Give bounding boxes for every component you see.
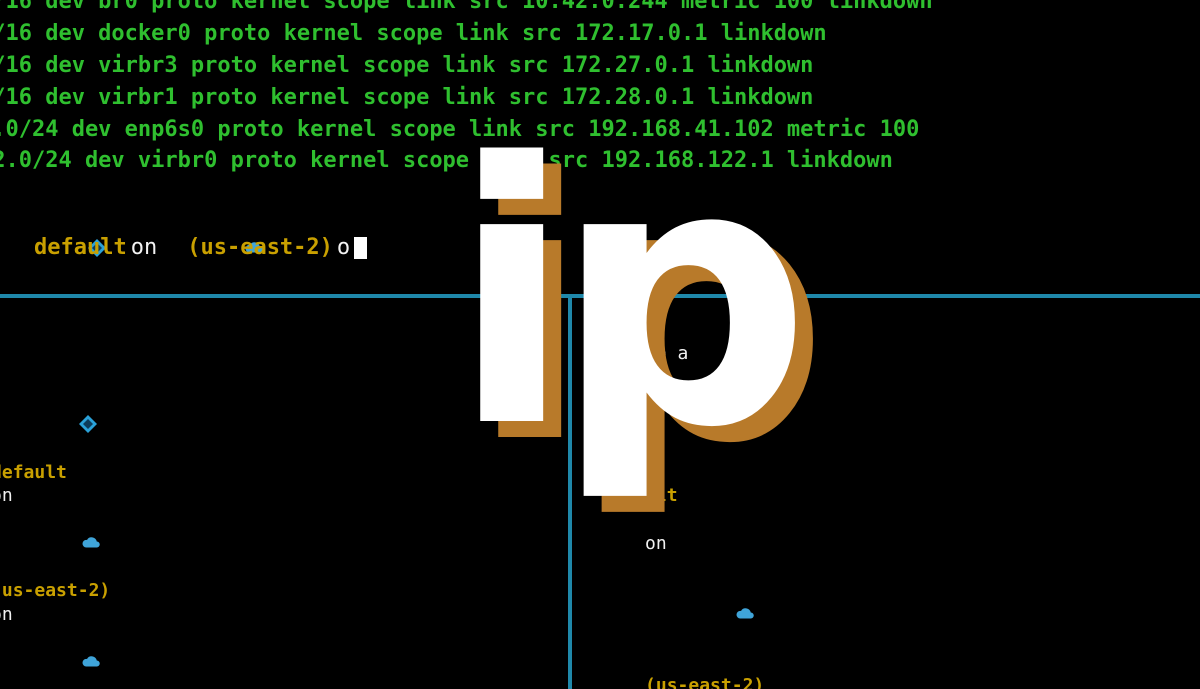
prompt-region: (us-east-2) [0, 580, 110, 601]
pane-right[interactable]: ip a ult on (us-east-2) on ip -br UN [580, 318, 1200, 689]
route-line: 7.0.0/16 dev docker0 proto kernel scope … [0, 18, 933, 50]
diamond-icon [0, 389, 13, 460]
shell-prompt-left[interactable]: default on (us-east-2) on [0, 366, 468, 689]
route-output: 8.0.0/16 dev br0 proto kernel scope link… [0, 0, 933, 177]
prompt-fragment: ult [645, 485, 678, 506]
diamond-icon [8, 200, 30, 296]
route-line: 7.0.0/16 dev virbr3 proto kernel scope l… [0, 50, 933, 82]
route-line: 8.0.0/16 dev virbr1 proto kernel scope l… [0, 82, 933, 114]
prompt-context: default [34, 232, 127, 264]
cursor-block [354, 237, 367, 259]
cloud-icon [0, 627, 13, 689]
prompt-region: (us-east-2) [645, 675, 764, 689]
pane-left[interactable]: default on (us-east-2) on mtu 65536 qdis… [0, 318, 468, 689]
cloud-icon [0, 508, 13, 579]
diamond-icon [645, 389, 667, 460]
pane-divider-vertical [568, 298, 572, 689]
prompt-on: on [0, 485, 13, 506]
prompt-on: on [645, 533, 667, 554]
route-line: 68.122.0/24 dev virbr0 proto kernel scop… [0, 145, 933, 177]
prompt-o: o [337, 232, 350, 264]
route-line: 68.41.0/24 dev enp6s0 proto kernel scope… [0, 114, 933, 146]
cloud-icon [161, 200, 183, 296]
route-line: 8.0.0/16 dev br0 proto kernel scope link… [0, 0, 933, 18]
prompt-region: (us-east-2) [187, 232, 333, 264]
prompt-on: on [131, 232, 158, 264]
command-text: ip a [645, 343, 688, 364]
shell-prompt-top[interactable]: default on (us-east-2) o [8, 200, 367, 296]
prompt-on: on [0, 604, 13, 625]
shell-prompt-right[interactable]: ip a ult on (us-east-2) on [580, 318, 1200, 689]
cloud-icon [645, 579, 667, 650]
terminal-screenshot: 8.0.0/16 dev br0 proto kernel scope link… [0, 0, 1200, 689]
pane-divider-horizontal [0, 294, 1200, 298]
prompt-context: default [0, 462, 67, 483]
